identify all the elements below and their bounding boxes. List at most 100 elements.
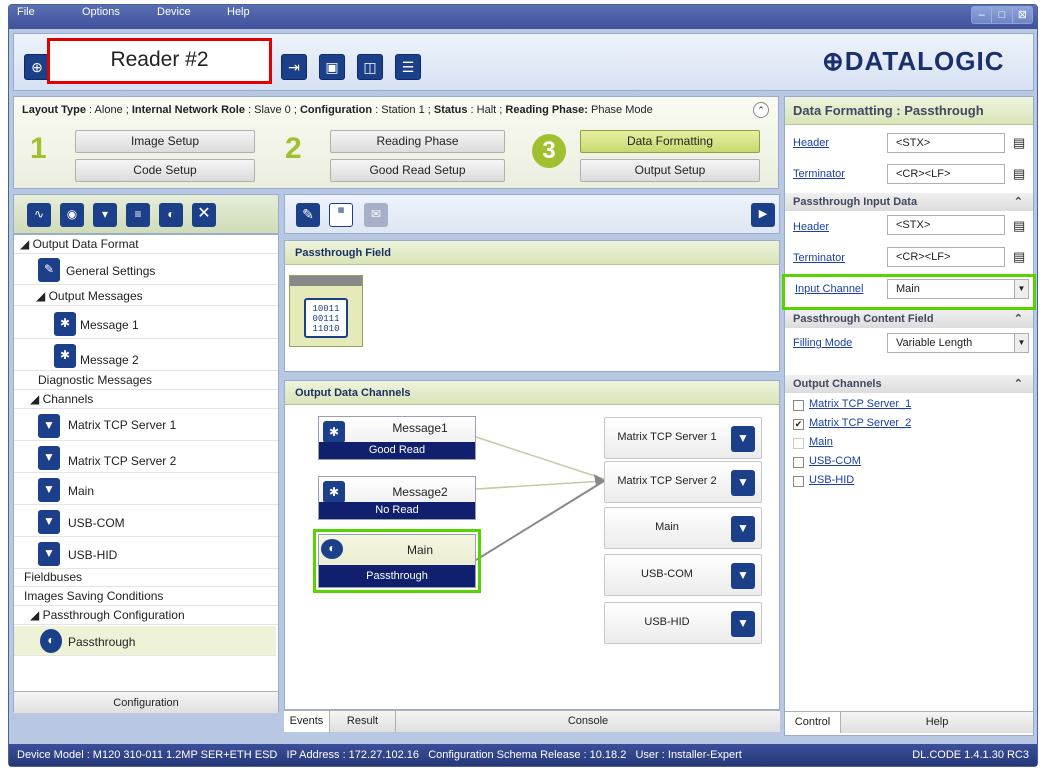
passthrough-icon[interactable]: ◐ [159, 203, 183, 227]
header-field-2[interactable]: <STX> [887, 215, 1005, 235]
tree-matrix-tcp-2[interactable]: ▼ Matrix TCP Server 2 [14, 443, 278, 473]
reading-phase-button[interactable]: Reading Phase [330, 130, 505, 153]
tree-output-data-format[interactable]: ◢ Output Data Format [14, 235, 278, 254]
save-pc-icon[interactable]: ◫ [357, 54, 383, 80]
data-formatting-button[interactable]: Data Formatting [580, 130, 760, 153]
tab-console[interactable]: Console [396, 711, 780, 732]
close-button[interactable]: ⊠ [1013, 7, 1032, 23]
terminator-link[interactable]: Terminator [793, 168, 845, 180]
message2-node[interactable]: ✱ Message2 No Read [318, 476, 476, 520]
checkbox-matrix-tcp-1[interactable] [793, 400, 804, 411]
settings-icon[interactable]: ☰ [395, 54, 421, 80]
oc-usb-com[interactable]: USB-COM [809, 455, 861, 467]
connection-line [475, 480, 605, 561]
configuration-tree: ◢ Output Data Format ✎ General Settings ◢… [13, 234, 279, 713]
tab-control[interactable]: Control [785, 712, 841, 733]
tree-matrix-tcp-1[interactable]: ▼ Matrix TCP Server 1 [14, 411, 278, 441]
envelope-icon[interactable]: ✉ [364, 203, 388, 227]
oc-matrix-tcp-1[interactable]: Matrix TCP Server_1 [809, 398, 911, 410]
waveform-icon[interactable]: ∿ [27, 203, 51, 227]
channel-main[interactable]: Main ▼ [604, 507, 762, 549]
terminator-field-2[interactable]: <CR><LF> [887, 247, 1005, 267]
edit-icon[interactable]: ✎ [296, 203, 320, 227]
minimize-button[interactable]: – [972, 7, 993, 23]
checkbox-matrix-tcp-2[interactable]: ✔ [793, 419, 804, 430]
channel-usb-hid[interactable]: USB-HID ▼ [604, 602, 762, 644]
passthrough-input-section[interactable]: Passthrough Input Data ⌃ [785, 193, 1033, 211]
camera-icon[interactable]: ◉ [60, 203, 84, 227]
tree-message-1[interactable]: ✱ Message 1 [14, 309, 278, 339]
input-channel-link[interactable]: Input Channel [795, 283, 864, 295]
tree-usb-hid[interactable]: ▼ USB-HID [14, 539, 278, 569]
tree-diagnostic-messages[interactable]: Diagnostic Messages [14, 371, 278, 390]
edit-list-icon[interactable]: ▤ [1013, 249, 1025, 265]
channel-usb-com[interactable]: USB-COM ▼ [604, 554, 762, 596]
tree-usb-com[interactable]: ▼ USB-COM [14, 507, 278, 537]
tree-passthrough[interactable]: ◐ Passthrough [14, 626, 276, 656]
output-setup-button[interactable]: Output Setup [580, 159, 760, 182]
menu-file[interactable]: File [17, 6, 35, 18]
tree-channels[interactable]: ◢ Channels [14, 390, 278, 409]
tree-fieldbuses[interactable]: Fieldbuses [14, 568, 278, 587]
header-link[interactable]: Header [793, 137, 829, 149]
good-read-setup-button[interactable]: Good Read Setup [330, 159, 505, 182]
menu-help[interactable]: Help [227, 6, 250, 18]
input-channel-select[interactable]: Main ▼ [887, 279, 1029, 299]
terminator-link-2[interactable]: Terminator [793, 252, 845, 264]
center-toolbar [284, 194, 780, 234]
code-setup-button[interactable]: Code Setup [75, 159, 255, 182]
tab-help[interactable]: Help [841, 712, 1033, 733]
binary-icon[interactable]: ▦ [329, 203, 353, 227]
edit-list-icon[interactable]: ▤ [1013, 218, 1025, 234]
dropdown-arrow-icon: ▼ [1014, 280, 1028, 298]
maximize-button[interactable]: □ [992, 7, 1013, 23]
step-2-number: 2 [285, 132, 302, 165]
collapse-icon[interactable]: ⌃ [753, 102, 769, 118]
message-icon[interactable]: ≡ [126, 203, 150, 227]
reader-name-box[interactable]: Reader #2 [47, 38, 272, 84]
checkbox-usb-hid[interactable] [793, 476, 804, 487]
oc-usb-hid[interactable]: USB-HID [809, 474, 854, 486]
passthrough-field-item[interactable]: 10011 00111 11010 [289, 275, 363, 347]
header-link-2[interactable]: Header [793, 221, 829, 233]
delete-icon[interactable]: ✕ [192, 203, 216, 227]
play-icon[interactable]: ▶ [751, 203, 775, 227]
tree-images-saving[interactable]: Images Saving Conditions [14, 587, 278, 606]
version-label: DL.CODE 1.4.1.30 RC3 [912, 749, 1029, 761]
image-setup-button[interactable]: Image Setup [75, 130, 255, 153]
tab-configuration[interactable]: Configuration [14, 691, 278, 713]
edit-list-icon[interactable]: ▤ [1013, 135, 1025, 151]
menu-options[interactable]: Options [82, 6, 120, 18]
filling-mode-link[interactable]: Filling Mode [793, 337, 852, 349]
channel-matrix-tcp-1[interactable]: Matrix TCP Server 1 ▼ [604, 417, 762, 459]
edit-list-icon[interactable]: ▤ [1013, 166, 1025, 182]
wrench-icon: ✎ [38, 258, 60, 282]
checkbox-usb-com[interactable] [793, 457, 804, 468]
export-icon[interactable]: ⇥ [281, 54, 307, 80]
message1-node[interactable]: ✱ Message1 Good Read [318, 416, 476, 460]
tree-general-settings[interactable]: ✎ General Settings [14, 255, 278, 285]
terminator-field[interactable]: <CR><LF> [887, 164, 1005, 184]
channel-matrix-tcp-2[interactable]: Matrix TCP Server 2 ▼ [604, 461, 762, 503]
tree-message-2[interactable]: ✱ Message 2 [14, 341, 278, 371]
binary-icon: 10011 00111 11010 [304, 298, 348, 338]
oc-matrix-tcp-2[interactable]: Matrix TCP Server_2 [809, 417, 911, 429]
main-passthrough-node[interactable]: ◐ Main Passthrough [318, 534, 476, 588]
checkbox-main[interactable] [793, 438, 804, 449]
filling-mode-select[interactable]: Variable Length ▼ [887, 333, 1029, 353]
tab-result[interactable]: Result [330, 711, 396, 732]
passthrough-field-panel: Passthrough Field 10011 00111 11010 [284, 240, 780, 372]
tab-events[interactable]: Events [284, 711, 330, 732]
tree-passthrough-config[interactable]: ◢ Passthrough Configuration [14, 606, 278, 625]
passthrough-field-title: Passthrough Field [285, 241, 779, 265]
tree-output-messages[interactable]: ◢ Output Messages [14, 287, 278, 306]
save-device-icon[interactable]: ▣ [319, 54, 345, 80]
output-channels-section[interactable]: Output Channels ⌃ [785, 375, 1033, 393]
passthrough-icon: ◐ [40, 629, 62, 653]
passthrough-content-section[interactable]: Passthrough Content Field ⌃ [785, 310, 1033, 328]
menu-device[interactable]: Device [157, 6, 191, 18]
header-field[interactable]: <STX> [887, 133, 1005, 153]
plug-icon[interactable]: ▾ [93, 203, 117, 227]
tree-main[interactable]: ▼ Main [14, 475, 278, 505]
oc-main[interactable]: Main [809, 436, 833, 448]
